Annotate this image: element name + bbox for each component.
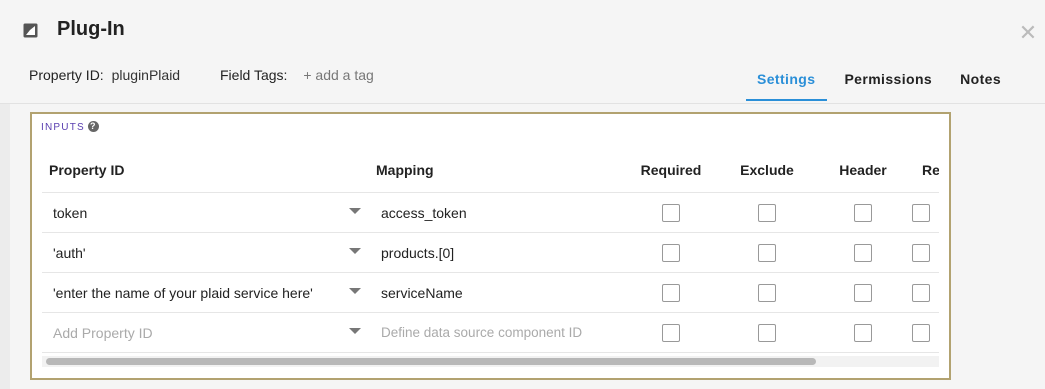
resolve-cell <box>911 272 939 313</box>
inputs-table: Property ID Mapping Required Exclude Hea… <box>42 148 939 353</box>
property-id-label: Property ID: <box>29 67 104 83</box>
help-icon[interactable]: ? <box>87 121 99 132</box>
resolve-checkbox[interactable] <box>912 283 930 302</box>
required-cell <box>623 312 719 353</box>
inputs-section-label: INPUTS? <box>41 121 99 134</box>
resolve-cell <box>911 192 939 233</box>
col-header-resolve: Resolve <box>911 148 939 193</box>
col-header-property-id: Property ID <box>42 148 369 193</box>
resolve-checkbox[interactable] <box>912 243 930 262</box>
resolve-checkbox[interactable] <box>912 203 930 222</box>
exclude-checkbox[interactable] <box>758 283 776 302</box>
caret-down-icon[interactable] <box>349 248 361 254</box>
property-id-select[interactable]: token <box>42 192 369 233</box>
inputs-panel: INPUTS? Property ID Mapping Required Exc… <box>30 112 951 380</box>
header-cell <box>815 272 911 313</box>
resolve-cell <box>911 232 939 273</box>
header-checkbox[interactable] <box>854 323 872 342</box>
mapping-input[interactable]: Define data source component ID <box>369 312 623 353</box>
inputs-table-wrap: Property ID Mapping Required Exclude Hea… <box>42 148 939 366</box>
required-cell <box>623 192 719 233</box>
table-row: 'auth' products.[0] <box>42 232 939 273</box>
exclude-cell <box>719 272 815 313</box>
col-header-mapping: Mapping <box>369 148 623 193</box>
col-header-exclude: Exclude <box>719 148 815 193</box>
exclude-checkbox[interactable] <box>758 243 776 262</box>
scrollbar-thumb[interactable] <box>46 358 816 365</box>
col-header-header: Header <box>815 148 911 193</box>
horizontal-scrollbar[interactable] <box>42 356 939 367</box>
table-row: token access_token <box>42 192 939 233</box>
mapping-field[interactable]: access_token <box>369 192 623 233</box>
close-icon[interactable]: ✕ <box>1017 22 1039 44</box>
required-cell <box>623 232 719 273</box>
property-id-value: token <box>53 204 88 221</box>
inputs-label-text: INPUTS <box>41 122 85 134</box>
required-cell <box>623 272 719 313</box>
table-row-new: Add Property ID Define data source compo… <box>42 312 939 353</box>
col-header-required: Required <box>623 148 719 193</box>
header-checkbox[interactable] <box>854 243 872 262</box>
exclude-cell <box>719 232 815 273</box>
property-id-select[interactable]: 'auth' <box>42 232 369 273</box>
property-id-meta: Property ID: pluginPlaid <box>29 67 180 83</box>
caret-down-icon[interactable] <box>349 328 361 334</box>
mapping-field[interactable]: products.[0] <box>369 232 623 273</box>
exclude-checkbox[interactable] <box>758 323 776 342</box>
resolve-cell <box>911 312 939 353</box>
header-cell <box>815 192 911 233</box>
exclude-cell <box>719 312 815 353</box>
required-checkbox[interactable] <box>662 283 680 302</box>
field-tags-meta: Field Tags: + add a tag <box>220 67 374 83</box>
property-id-value: 'enter the name of your plaid service he… <box>53 284 313 301</box>
property-id-value: 'auth' <box>53 244 86 261</box>
required-checkbox[interactable] <box>662 243 680 262</box>
modal-header: Plug-In ✕ Property ID: pluginPlaid Field… <box>0 0 1045 104</box>
caret-down-icon[interactable] <box>349 208 361 214</box>
mapping-field[interactable]: serviceName <box>369 272 623 313</box>
field-tags-label: Field Tags: <box>220 67 288 83</box>
tab-notes[interactable]: Notes <box>960 71 1001 101</box>
tab-settings[interactable]: Settings <box>746 71 828 101</box>
header-cell <box>815 232 911 273</box>
tab-permissions[interactable]: Permissions <box>844 71 932 101</box>
add-property-id-placeholder: Add Property ID <box>53 324 153 341</box>
exclude-checkbox[interactable] <box>758 203 776 222</box>
caret-down-icon[interactable] <box>349 288 361 294</box>
resolve-checkbox[interactable] <box>912 323 930 342</box>
table-header-row: Property ID Mapping Required Exclude Hea… <box>42 148 939 193</box>
required-checkbox[interactable] <box>662 323 680 342</box>
header-checkbox[interactable] <box>854 203 872 222</box>
tab-bar: Settings Permissions Notes <box>746 71 1029 101</box>
add-tag-link[interactable]: + add a tag <box>303 67 373 83</box>
property-id-value: pluginPlaid <box>111 67 181 83</box>
header-checkbox[interactable] <box>854 283 872 302</box>
table-row: 'enter the name of your plaid service he… <box>42 272 939 313</box>
image-icon <box>23 23 38 38</box>
property-id-select[interactable]: 'enter the name of your plaid service he… <box>42 272 369 313</box>
header-cell <box>815 312 911 353</box>
left-strip <box>0 104 10 389</box>
exclude-cell <box>719 192 815 233</box>
required-checkbox[interactable] <box>662 203 680 222</box>
add-property-id-select[interactable]: Add Property ID <box>42 312 369 353</box>
modal-title: Plug-In <box>57 18 125 40</box>
